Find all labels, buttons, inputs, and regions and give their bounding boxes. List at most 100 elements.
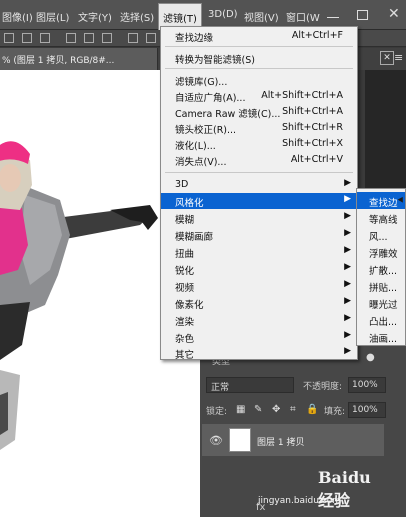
menu-item-label: 像素化 [175, 300, 204, 311]
menu-item-label: 查找边缘 [175, 33, 214, 44]
submenu-item-trace-contour[interactable]: 等高线 [357, 209, 405, 226]
panel-menu-icon[interactable]: ≡ [394, 51, 403, 64]
submenu-item-diffuse[interactable]: 扩散... [357, 260, 405, 277]
menu-item-label: 杂色 [175, 334, 195, 345]
menu-item-3d[interactable]: 3D ▶ [161, 177, 357, 193]
menu-item-label: 模糊 [175, 215, 195, 226]
menu-item-stylize[interactable]: 风格化 ▶ [161, 193, 357, 209]
menu-item-label: 视频 [175, 283, 195, 294]
submenu-arrow-icon: ▶ [344, 262, 351, 272]
menu-item-label: 3D [175, 179, 189, 190]
submenu-arrow-icon: ▶ [344, 228, 351, 238]
submenu-item-emboss[interactable]: 浮雕效 [357, 243, 405, 260]
document-tab-label: % (图层 1 拷贝, RGB/8#... [2, 56, 115, 66]
menu-item-shortcut: Shift+Ctrl+A [282, 106, 343, 117]
align-icon[interactable] [22, 33, 32, 43]
menu-item-label: 扭曲 [175, 249, 195, 260]
menu-item-find-edges[interactable]: 查找边缘 Alt+Ctrl+F [161, 28, 357, 44]
panel-close-icon[interactable]: ✕ [380, 51, 394, 65]
layer-name[interactable]: 图层 1 拷贝 [257, 435, 304, 448]
lock-all-icon[interactable]: 🔒 [306, 404, 318, 415]
menu-item-noise[interactable]: 杂色 ▶ [161, 329, 357, 345]
visibility-eye-icon[interactable]: 👁 [209, 434, 223, 447]
menu-separator [165, 172, 353, 173]
menu-item-label: 自适应广角(A)... [175, 93, 246, 104]
menu-item-label: 风格化 [175, 198, 204, 209]
menu-item-distort[interactable]: 扭曲 ▶ [161, 244, 357, 260]
menu-item-shortcut: Shift+Ctrl+R [281, 122, 343, 133]
align-icon[interactable] [102, 33, 112, 43]
distribute-icon[interactable] [146, 33, 156, 43]
menu-image[interactable]: 图像(I) [2, 9, 33, 24]
menu-item-sharpen[interactable]: 锐化 ▶ [161, 261, 357, 277]
menu-select[interactable]: 选择(S) [120, 9, 154, 24]
lock-paint-icon[interactable]: ✎ [254, 404, 262, 415]
submenu-item-wind[interactable]: 风... [357, 226, 405, 243]
menu-item-shortcut: Alt+Ctrl+V [290, 154, 343, 165]
blend-mode-select[interactable]: 正常 [206, 377, 294, 393]
distribute-icon[interactable] [128, 33, 138, 43]
menu-window[interactable]: 窗口(W [286, 9, 320, 24]
maximize-icon[interactable] [357, 10, 368, 20]
menu-item-label: 模糊画廊 [175, 232, 214, 243]
menu-item-render[interactable]: 渲染 ▶ [161, 312, 357, 328]
menu-item-label: 拼贴... [369, 283, 398, 294]
menu-item-label: 油画... [369, 334, 398, 345]
close-icon[interactable]: ✕ [388, 6, 400, 22]
fill-label: 填充: [324, 407, 346, 417]
submenu-item-solarize[interactable]: 曝光过 [357, 294, 405, 311]
menu-item-other[interactable]: 其它 ▶ [161, 345, 357, 361]
menu-item-label: 镜头校正(R)... [175, 125, 237, 136]
menu-item-label: 其它 [175, 350, 195, 361]
menu-item-blur[interactable]: 模糊 ▶ [161, 210, 357, 226]
document-tab[interactable]: % (图层 1 拷贝, RGB/8#... [0, 48, 158, 70]
layer-thumbnail [229, 428, 251, 452]
menu-item-shortcut: Shift+Ctrl+X [282, 138, 343, 149]
menu-item-liquify[interactable]: 液化(L)... Shift+Ctrl+X [161, 136, 357, 152]
menu-item-video[interactable]: 视频 ▶ [161, 278, 357, 294]
align-icon[interactable] [40, 33, 50, 43]
submenu-item-extrude[interactable]: 凸出... [357, 311, 405, 328]
lock-transparent-icon[interactable]: ▦ [236, 404, 245, 415]
menu-item-camera-raw[interactable]: Camera Raw 滤镜(C)... Shift+Ctrl+A [161, 104, 357, 120]
submenu-arrow-icon: ▶ [344, 330, 351, 340]
menu-item-label: 转换为智能滤镜(S) [175, 55, 255, 66]
minimize-icon[interactable] [327, 17, 339, 18]
menu-item-adaptive-wide-angle[interactable]: 自适应广角(A)... Alt+Shift+Ctrl+A [161, 88, 357, 104]
menu-item-label: 液化(L)... [175, 141, 216, 152]
menu-separator [165, 46, 353, 47]
align-icon[interactable] [4, 33, 14, 43]
layer-row[interactable]: 👁 图层 1 拷贝 [202, 424, 384, 456]
menu-3d[interactable]: 3D(D) [208, 9, 238, 20]
menu-item-label: Camera Raw 滤镜(C)... [175, 109, 281, 120]
menu-item-shortcut: Alt+Shift+Ctrl+A [261, 90, 343, 101]
menu-item-label: 风... [369, 232, 388, 243]
menu-layer[interactable]: 图层(L) [36, 9, 69, 24]
menu-item-blur-gallery[interactable]: 模糊画廊 ▶ [161, 227, 357, 243]
submenu-arrow-icon: ▶ [344, 279, 351, 289]
menu-item-filter-gallery[interactable]: 滤镜库(G)... [161, 72, 357, 88]
opacity-input[interactable]: 100% [348, 377, 386, 393]
menu-item-label: 锐化 [175, 266, 195, 277]
menu-type[interactable]: 文字(Y) [78, 9, 112, 24]
submenu-arrow-icon: ▶ [344, 245, 351, 255]
lock-artboard-icon[interactable]: ⌗ [290, 404, 296, 415]
menu-item-pixelate[interactable]: 像素化 ▶ [161, 295, 357, 311]
menu-item-vanishing-point[interactable]: 消失点(V)... Alt+Ctrl+V [161, 152, 357, 168]
menu-item-convert-smart-filter[interactable]: 转换为智能滤镜(S) [161, 50, 357, 66]
menu-view[interactable]: 视图(V) [244, 9, 279, 24]
watermark-url: jingyan.baidu.com [258, 496, 342, 506]
submenu-arrow-icon: ▶ [344, 346, 351, 356]
submenu-item-oil-paint[interactable]: 油画... [357, 328, 405, 345]
lock-position-icon[interactable]: ✥ [272, 404, 280, 415]
submenu-item-tiles[interactable]: 拼贴... [357, 277, 405, 294]
menu-item-lens-correction[interactable]: 镜头校正(R)... Shift+Ctrl+R [161, 120, 357, 136]
filter-toggle-icon[interactable]: ● [366, 352, 375, 363]
align-icon[interactable] [84, 33, 94, 43]
menu-item-label: 滤镜库(G)... [175, 77, 228, 88]
menu-item-label: 扩散... [369, 266, 398, 277]
align-icon[interactable] [66, 33, 76, 43]
menu-item-label: 消失点(V)... [175, 157, 227, 168]
fill-input[interactable]: 100% [348, 402, 386, 418]
submenu-arrow-icon: ▶ [344, 178, 351, 188]
